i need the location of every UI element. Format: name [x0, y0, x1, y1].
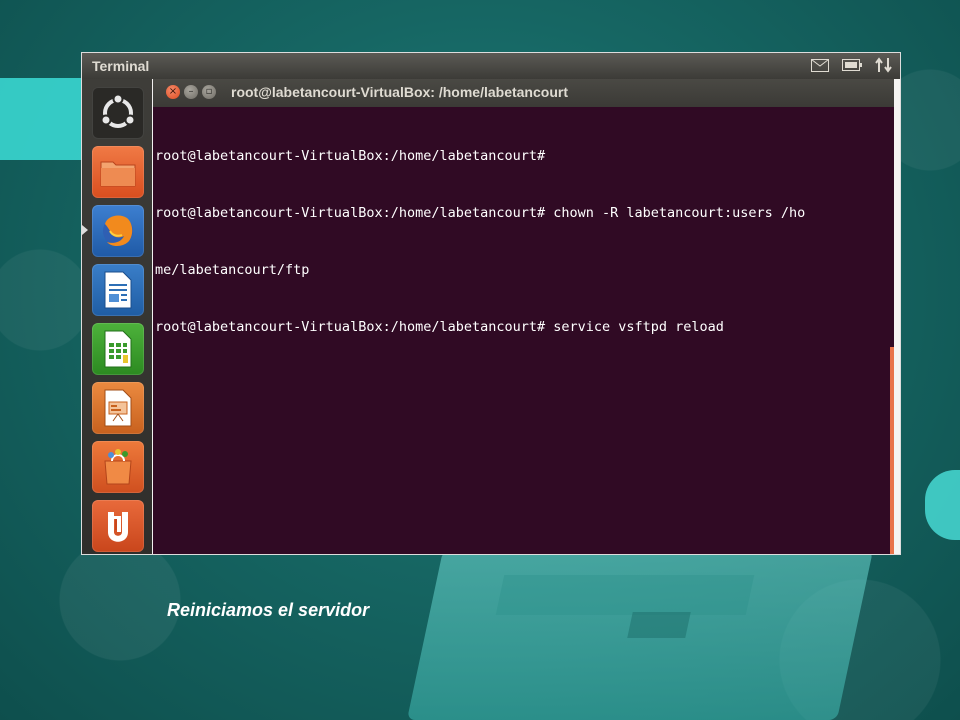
- launcher-files[interactable]: [92, 146, 144, 198]
- firefox-icon: [103, 215, 133, 247]
- battery-icon[interactable]: [842, 57, 862, 73]
- network-icon[interactable]: [874, 57, 894, 73]
- spreadsheet-icon: [104, 330, 132, 368]
- top-panel: Terminal: [82, 53, 900, 79]
- maximize-button[interactable]: ▫: [202, 85, 216, 99]
- ubuntu-one-icon: [108, 512, 128, 542]
- folder-icon: [100, 161, 136, 187]
- launcher-dash-home[interactable]: [92, 87, 144, 139]
- launcher-firefox[interactable]: [92, 205, 144, 257]
- close-button[interactable]: ×: [166, 85, 180, 99]
- launcher-software-center[interactable]: [92, 441, 144, 493]
- presentation-icon: [104, 389, 132, 427]
- terminal-line: root@labetancourt-VirtualBox:/home/labet…: [155, 205, 806, 221]
- mail-icon[interactable]: [810, 57, 830, 73]
- ubuntu-logo-icon: [100, 93, 136, 128]
- launcher-writer[interactable]: [92, 264, 144, 316]
- minimize-button[interactable]: –: [184, 85, 198, 99]
- terminal-window: × – ▫ root@labetancourt-VirtualBox: /hom…: [153, 79, 894, 554]
- window-titlebar[interactable]: × – ▫ root@labetancourt-VirtualBox: /hom…: [153, 79, 894, 107]
- background-window-strip: [894, 79, 900, 554]
- document-icon: [104, 271, 132, 309]
- laptop-keyboard: [495, 575, 755, 615]
- terminal-line: root@labetancourt-VirtualBox:/home/labet…: [155, 148, 546, 164]
- launcher-ubuntu-one[interactable]: [92, 500, 144, 552]
- window-title: root@labetancourt-VirtualBox: /home/labe…: [231, 84, 568, 100]
- slide-caption: Reiniciamos el servidor: [167, 600, 370, 620]
- terminal-output[interactable]: root@labetancourt-VirtualBox:/home/labet…: [153, 107, 894, 554]
- shopping-bag-icon: [104, 449, 132, 485]
- system-tray: [810, 57, 894, 73]
- ubuntu-desktop-screenshot: Terminal × – ▫ root@labetancourt-Virtual…: [82, 53, 900, 554]
- unity-launcher: [82, 79, 152, 554]
- terminal-line: root@labetancourt-VirtualBox:/home/labet…: [155, 319, 724, 335]
- terminal-line: me/labetancourt/ftp: [155, 262, 310, 278]
- laptop-touchpad: [627, 612, 691, 638]
- launcher-calc[interactable]: [92, 323, 144, 375]
- running-indicator: [82, 225, 88, 235]
- active-app-title: Terminal: [92, 58, 150, 74]
- launcher-impress[interactable]: [92, 382, 144, 434]
